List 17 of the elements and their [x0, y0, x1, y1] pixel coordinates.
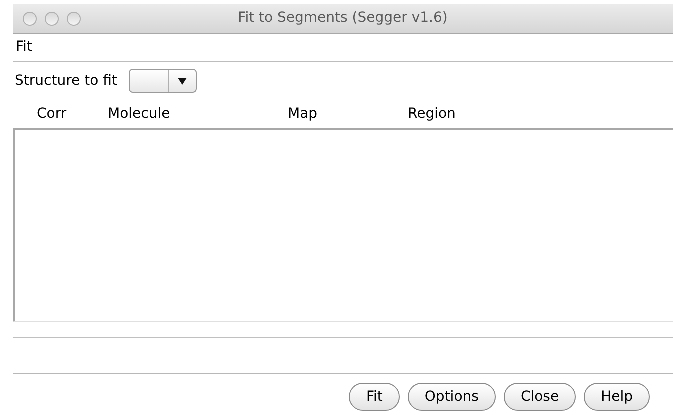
field-label: Structure to fit	[15, 72, 118, 90]
menu-item[interactable]: Fit	[16, 37, 32, 58]
column-header[interactable]: Region	[408, 106, 456, 122]
window-control-icon[interactable]	[45, 12, 59, 26]
results-list[interactable]	[13, 128, 673, 322]
dialog-button[interactable]: Help	[584, 383, 650, 411]
dialog-button[interactable]: Options	[408, 383, 496, 411]
window-control-icon[interactable]	[67, 12, 81, 26]
dialog-button[interactable]: Fit	[349, 383, 400, 411]
column-header[interactable]: Molecule	[108, 106, 170, 122]
window-title: Fit to Segments (Segger v1.6)	[238, 9, 448, 28]
window-control-icon[interactable]	[23, 12, 37, 26]
dialog-button[interactable]: Close	[504, 383, 576, 411]
column-header[interactable]: Map	[288, 106, 318, 122]
column-header[interactable]: Corr	[37, 106, 67, 122]
caret-icon	[178, 78, 188, 84]
structure-dropdown[interactable]	[129, 69, 198, 93]
